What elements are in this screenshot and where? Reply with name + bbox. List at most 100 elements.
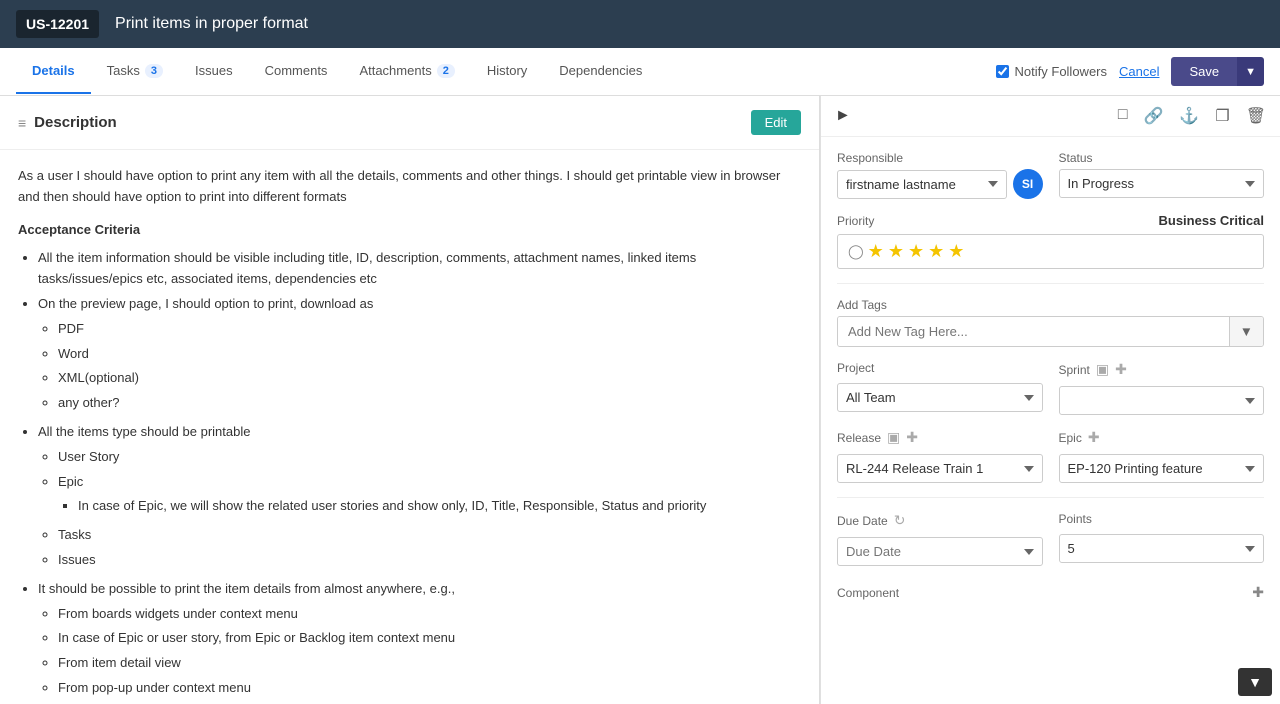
tab-details[interactable]: Details (16, 49, 91, 94)
right-fields: Responsible firstname lastname SI Status… (821, 137, 1280, 619)
hamburger-icon: ≡ (18, 115, 26, 131)
priority-stars[interactable]: ◯ ★ ★ ★ ★ ★ (837, 234, 1264, 269)
tab-actions: Notify Followers Cancel Save ▼ (996, 57, 1264, 86)
duedate-reset-icon[interactable]: ↻ (894, 512, 906, 529)
responsible-input-wrap: firstname lastname SI (837, 169, 1043, 199)
toolbar-icons: □ 🔗 ⚓ ❐ 🗑 (1118, 106, 1266, 126)
sprint-copy-icon[interactable]: ▣ (1096, 361, 1109, 378)
fullscreen-icon[interactable]: □ (1118, 106, 1128, 126)
tab-history[interactable]: History (471, 49, 543, 94)
description-header: ≡ Description Edit (0, 96, 819, 150)
responsible-status-row: Responsible firstname lastname SI Status… (837, 151, 1264, 199)
divider-1 (837, 283, 1264, 284)
item-types-list: User Story Epic In case of Epic, we will… (38, 447, 801, 571)
notify-followers-checkbox[interactable] (996, 65, 1009, 78)
project-group: Project All Team (837, 361, 1043, 415)
star-4[interactable]: ★ (928, 241, 944, 262)
points-label-row: Points (1059, 512, 1265, 526)
epic-label-row: Epic ✚ (1059, 429, 1265, 446)
save-dropdown-button[interactable]: ▼ (1237, 57, 1264, 86)
main-bullets: All the item information should be visib… (18, 248, 801, 698)
star-1[interactable]: ★ (868, 241, 884, 262)
epic-add-icon[interactable]: ✚ (1088, 429, 1100, 446)
anywhere-boards: From boards widgets under context menu (58, 604, 801, 625)
format-pdf: PDF (58, 319, 801, 340)
project-label-row: Project (837, 361, 1043, 375)
component-add-icon[interactable]: ✚ (1252, 584, 1264, 601)
component-label: Component (837, 586, 899, 600)
responsible-label: Responsible (837, 151, 1043, 165)
description-body: As a user I should have option to print … (0, 150, 819, 704)
bullet-item-info: All the item information should be visib… (38, 248, 801, 290)
right-toolbar: ► □ 🔗 ⚓ ❐ 🗑 (821, 96, 1280, 137)
release-select[interactable]: RL-244 Release Train 1 (837, 454, 1043, 483)
right-panel: ► □ 🔗 ⚓ ❐ 🗑 Responsible firstname lastna… (820, 96, 1280, 704)
points-group: Points 5 1 2 3 8 13 (1059, 512, 1265, 566)
duedate-input[interactable] (837, 537, 1043, 566)
tags-dropdown-button[interactable]: ▼ (1229, 317, 1263, 346)
sprint-add-icon[interactable]: ✚ (1115, 361, 1127, 378)
priority-header: Priority Business Critical (837, 213, 1264, 228)
chevron-right-icon[interactable]: ► (835, 107, 851, 125)
tab-attachments[interactable]: Attachments 2 (343, 49, 470, 94)
project-select[interactable]: All Team (837, 383, 1043, 412)
type-issues: Issues (58, 550, 801, 571)
priority-minus-icon[interactable]: ◯ (848, 243, 864, 260)
status-select[interactable]: In Progress To Do Done Blocked (1059, 169, 1265, 198)
duedate-label-row: Due Date ↻ (837, 512, 1043, 529)
epic-sub-list: In case of Epic, we will show the relate… (58, 496, 801, 517)
sprint-select[interactable] (1059, 386, 1265, 415)
issue-id: US-12201 (16, 10, 99, 38)
release-label: Release (837, 431, 881, 445)
release-copy-icon[interactable]: ▣ (887, 429, 900, 446)
tab-dependencies[interactable]: Dependencies (543, 49, 658, 94)
header-bar: US-12201 Print items in proper format (0, 0, 1280, 48)
release-add-icon[interactable]: ✚ (906, 429, 918, 446)
star-2[interactable]: ★ (888, 241, 904, 262)
tab-tasks[interactable]: Tasks 3 (91, 49, 179, 94)
type-epic: Epic In case of Epic, we will show the r… (58, 472, 801, 518)
edit-button[interactable]: Edit (751, 110, 801, 135)
status-label: Status (1059, 151, 1265, 165)
format-xml: XML(optional) (58, 368, 801, 389)
description-label: Description (34, 114, 117, 131)
epic-select[interactable]: EP-120 Printing feature (1059, 454, 1265, 483)
download-format-list: PDF Word XML(optional) any other? (38, 319, 801, 414)
link-icon[interactable]: 🔗 (1144, 106, 1164, 126)
points-select[interactable]: 5 1 2 3 8 13 (1059, 534, 1265, 563)
priority-name: Business Critical (1159, 213, 1265, 228)
scroll-to-bottom-button[interactable]: ▼ (1238, 668, 1272, 696)
epic-label: Epic (1059, 431, 1082, 445)
sprint-label-row: Sprint ▣ ✚ (1059, 361, 1265, 378)
duedate-group: Due Date ↻ (837, 512, 1043, 566)
bullet-item-anywhere: It should be possible to print the item … (38, 579, 801, 699)
bookmark-icon[interactable]: ⚓ (1179, 106, 1199, 126)
cancel-button[interactable]: Cancel (1119, 64, 1159, 79)
responsible-select[interactable]: firstname lastname (837, 170, 1007, 199)
project-label: Project (837, 361, 874, 375)
epic-note: In case of Epic, we will show the relate… (78, 496, 801, 517)
copy-icon[interactable]: ❐ (1215, 106, 1229, 126)
sprint-group: Sprint ▣ ✚ (1059, 361, 1265, 415)
save-button[interactable]: Save (1171, 57, 1237, 86)
star-5[interactable]: ★ (948, 241, 964, 262)
tags-input-wrap: ▼ (837, 316, 1264, 347)
duedate-points-row: Due Date ↻ Points 5 1 2 3 8 13 (837, 512, 1264, 566)
notify-followers-label[interactable]: Notify Followers (996, 64, 1107, 79)
divider-2 (837, 497, 1264, 498)
delete-icon[interactable]: 🗑 (1246, 106, 1266, 126)
format-word: Word (58, 344, 801, 365)
responsible-group: Responsible firstname lastname SI (837, 151, 1043, 199)
sprint-label: Sprint (1059, 363, 1090, 377)
avatar: SI (1013, 169, 1043, 199)
tab-comments[interactable]: Comments (249, 49, 344, 94)
tags-input[interactable] (838, 317, 1229, 346)
priority-section: Priority Business Critical ◯ ★ ★ ★ ★ ★ (837, 213, 1264, 269)
release-epic-row: Release ▣ ✚ RL-244 Release Train 1 Epic … (837, 429, 1264, 483)
issue-title: Print items in proper format (115, 15, 308, 33)
project-sprint-row: Project All Team Sprint ▣ ✚ (837, 361, 1264, 415)
tab-issues[interactable]: Issues (179, 49, 249, 94)
star-3[interactable]: ★ (908, 241, 924, 262)
tasks-badge: 3 (145, 64, 163, 78)
tags-section: Add Tags ▼ (837, 298, 1264, 347)
